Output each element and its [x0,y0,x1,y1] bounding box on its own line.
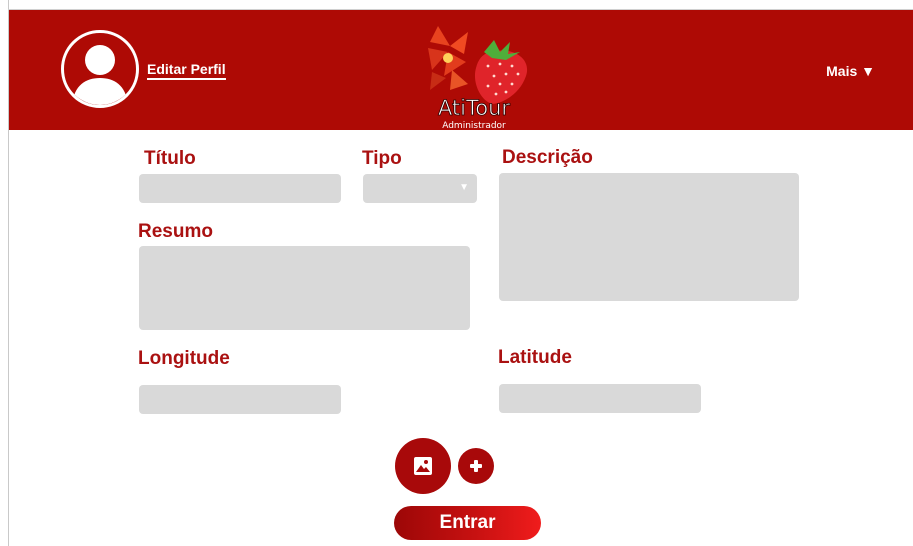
avatar[interactable] [61,30,139,108]
atitour-logo: AtiTour Administrador [408,18,538,130]
tipo-label: Tipo [362,148,402,169]
latitude-input[interactable] [499,384,701,413]
logo-subtitle-text: Administrador [442,121,506,130]
longitude-input[interactable] [139,385,341,414]
app-header: Editar Perfil AtiTour Administrador Mais… [9,10,913,130]
more-menu[interactable]: Mais ▼ [826,63,875,79]
plus-icon [467,457,485,475]
descricao-textarea[interactable] [499,173,799,301]
titulo-input[interactable] [139,174,341,203]
add-image-button[interactable] [395,438,451,494]
submit-button[interactable]: Entrar [394,506,541,540]
logo-brand-text: AtiTour [438,96,510,120]
strawberry-icon [474,40,528,104]
flower-icon [428,26,468,90]
latitude-label: Latitude [498,347,572,368]
user-avatar-icon [72,45,128,105]
edit-profile-link[interactable]: Editar Perfil [147,61,226,80]
chevron-down-icon: ▼ [459,182,469,193]
add-button[interactable] [458,448,494,484]
image-icon [414,457,432,475]
titulo-label: Título [144,148,196,169]
resumo-label: Resumo [138,221,213,242]
tipo-select[interactable]: ▼ [363,174,477,203]
resumo-textarea[interactable] [139,246,470,330]
longitude-label: Longitude [138,348,230,369]
descricao-label: Descrição [502,147,593,168]
